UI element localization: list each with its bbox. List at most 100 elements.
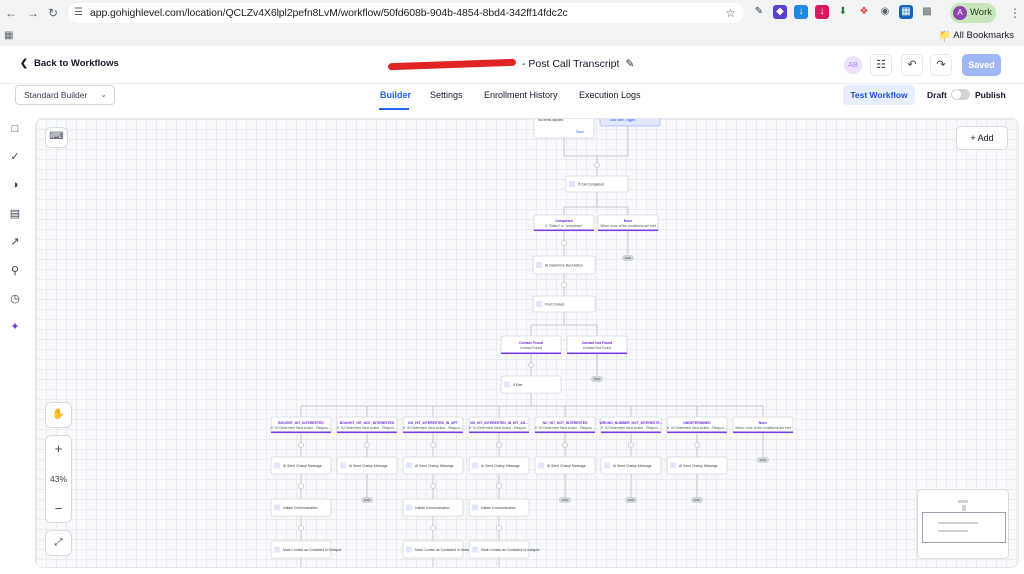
tab-execution-logs[interactable]: Execution Logs bbox=[579, 90, 641, 100]
download-extension-icon[interactable]: ↓ bbox=[794, 5, 808, 19]
tab-settings[interactable]: Settings bbox=[430, 90, 463, 100]
history-icon[interactable]: ◷ bbox=[8, 292, 22, 306]
keyboard-icon: ⌨ bbox=[49, 131, 64, 142]
none-branch-1-title: None bbox=[624, 219, 633, 223]
ifelse-branch-3-title: NO_HIT_INTERESTED_IN_APT bbox=[408, 421, 459, 425]
add-step-icon[interactable] bbox=[496, 525, 502, 531]
zoom-out-icon[interactable]: − bbox=[46, 501, 71, 516]
end-pill-label: END bbox=[562, 498, 568, 502]
contact-not-found-branch[interactable] bbox=[566, 335, 628, 355]
add-step-icon[interactable] bbox=[496, 483, 502, 489]
edit-pencil-icon[interactable]: ✎ bbox=[625, 58, 634, 70]
ifelse-branch-5[interactable] bbox=[534, 416, 596, 434]
add-step-icon[interactable] bbox=[628, 442, 634, 448]
browser-menu-icon[interactable]: ⋮ bbox=[1008, 6, 1022, 20]
keyboard-shortcuts-button[interactable]: ⌨ bbox=[45, 127, 68, 148]
zoom-in-icon[interactable]: + bbox=[46, 441, 71, 456]
publish-toggle[interactable] bbox=[951, 89, 970, 100]
add-step-icon[interactable] bbox=[430, 442, 436, 448]
external-link-icon[interactable]: ↗ bbox=[8, 235, 22, 249]
builder-type-select[interactable]: Standard Builder ⌄ bbox=[15, 85, 115, 105]
address-bar[interactable]: ☰ app.gohighlevel.com/location/QCLZv4X6l… bbox=[68, 3, 744, 23]
add-step-icon[interactable] bbox=[430, 483, 436, 489]
add-step-icon[interactable] bbox=[561, 282, 567, 288]
contact-found-branch[interactable] bbox=[500, 335, 562, 355]
bookmark-star-icon[interactable]: ☆ bbox=[725, 6, 736, 20]
ifelse-branch-6[interactable] bbox=[600, 416, 662, 434]
green-arrow-extension-icon[interactable]: ⬇ bbox=[836, 5, 850, 19]
test-workflow-button[interactable]: Test Workflow bbox=[843, 85, 915, 105]
tab-builder[interactable]: Builder bbox=[380, 90, 411, 100]
url-text[interactable]: app.gohighlevel.com/location/QCLZv4X6lpl… bbox=[90, 7, 568, 19]
ifelse-branch-7[interactable] bbox=[666, 416, 728, 434]
add-step-icon[interactable] bbox=[496, 442, 502, 448]
add-step-icon[interactable] bbox=[430, 525, 436, 531]
undo-icon[interactable]: ↶ bbox=[901, 54, 923, 76]
completed-branch[interactable] bbox=[533, 214, 595, 232]
chevron-down-icon: ⌄ bbox=[100, 90, 107, 99]
fit-view-button[interactable]: ⤢ bbox=[45, 530, 72, 556]
blue-extension-icon[interactable]: ▦ bbox=[899, 5, 913, 19]
workflow-title[interactable]: - Post Call Transcript ✎ bbox=[387, 58, 634, 70]
chat-icon[interactable]: □ bbox=[8, 122, 22, 136]
ifelse-branch-2-subtitle: If "AI Determine Next Action - Respon... bbox=[337, 426, 396, 430]
action-icon bbox=[406, 504, 412, 511]
minimap[interactable] bbox=[917, 489, 1009, 559]
zoom-level: 43% bbox=[49, 474, 67, 484]
pan-hand-button[interactable]: ✋ bbox=[45, 402, 72, 428]
action-icon bbox=[274, 462, 280, 469]
branch-accent-bar bbox=[403, 431, 463, 433]
reload-icon[interactable]: ↻ bbox=[46, 6, 60, 20]
ifelse-branch-2[interactable] bbox=[336, 416, 398, 434]
saved-button[interactable]: Saved bbox=[962, 54, 1001, 76]
pen-extension-icon[interactable]: ✎ bbox=[752, 5, 766, 19]
purple-extension-icon[interactable]: ◆ bbox=[773, 5, 787, 19]
back-arrow-icon[interactable]: ← bbox=[4, 6, 18, 20]
pink-extension-icon[interactable]: ↓ bbox=[815, 5, 829, 19]
search-icon[interactable]: ⚲ bbox=[8, 264, 22, 278]
ifelse-branch-8[interactable] bbox=[732, 416, 794, 434]
add-step-icon[interactable] bbox=[594, 162, 600, 168]
workflow-graph[interactable]: No items applied Save Add New Trigger If Ca… bbox=[36, 119, 1019, 568]
tab-enrollment-history[interactable]: Enrollment History bbox=[484, 90, 558, 100]
action-icon bbox=[274, 504, 280, 511]
end-pill-label: END bbox=[628, 498, 634, 502]
add-button[interactable]: + Add bbox=[956, 126, 1008, 150]
ifelse-branch-1[interactable] bbox=[270, 416, 332, 434]
add-step-icon[interactable] bbox=[364, 442, 370, 448]
none-branch-1[interactable] bbox=[597, 214, 659, 232]
camera-extension-icon[interactable]: ◉ bbox=[878, 5, 892, 19]
action-icon bbox=[406, 546, 412, 553]
ai-sparkle-icon[interactable]: ✦ bbox=[8, 320, 22, 334]
action-icon bbox=[670, 462, 676, 469]
add-step-icon[interactable] bbox=[298, 525, 304, 531]
forward-arrow-icon[interactable]: → bbox=[26, 6, 40, 20]
user-avatar[interactable]: AB bbox=[844, 56, 862, 74]
apps-grid-icon[interactable]: ▦ bbox=[4, 30, 13, 41]
step-mark-col1-label: Mark Contact as Contacted in Hubspot bbox=[283, 548, 341, 552]
red-extension-icon[interactable]: ❖ bbox=[857, 5, 871, 19]
add-step-icon[interactable] bbox=[561, 240, 567, 246]
add-step-icon[interactable] bbox=[298, 442, 304, 448]
ifelse-branch-3[interactable] bbox=[402, 416, 464, 434]
add-step-icon[interactable] bbox=[528, 362, 534, 368]
profile-chip[interactable]: A Work bbox=[950, 3, 996, 23]
workflow-canvas[interactable]: No items applied Save Add New Trigger If Ca… bbox=[35, 118, 1019, 568]
notes-icon[interactable]: ☷ bbox=[870, 54, 892, 76]
document-icon[interactable]: ▤ bbox=[8, 207, 22, 221]
add-step-icon[interactable] bbox=[694, 442, 700, 448]
branch-accent-bar bbox=[469, 431, 529, 433]
all-bookmarks[interactable]: 📁 All Bookmarks bbox=[939, 30, 1014, 41]
puzzle-extensions-icon[interactable]: ▩ bbox=[920, 5, 934, 19]
add-step-icon[interactable] bbox=[562, 442, 568, 448]
check-circle-icon[interactable]: ✓ bbox=[8, 150, 22, 164]
site-info-icon[interactable]: ☰ bbox=[74, 7, 86, 19]
profile-label: Work bbox=[970, 7, 992, 18]
ifelse-branch-4[interactable] bbox=[468, 416, 530, 434]
pie-chart-icon[interactable]: ◑ bbox=[8, 178, 22, 192]
action-icon bbox=[340, 462, 346, 469]
add-step-icon[interactable] bbox=[298, 483, 304, 489]
trigger-card-text: No items applied bbox=[538, 119, 563, 122]
redo-icon[interactable]: ↷ bbox=[930, 54, 952, 76]
back-to-workflows-link[interactable]: ❮ Back to Workflows bbox=[20, 58, 119, 69]
